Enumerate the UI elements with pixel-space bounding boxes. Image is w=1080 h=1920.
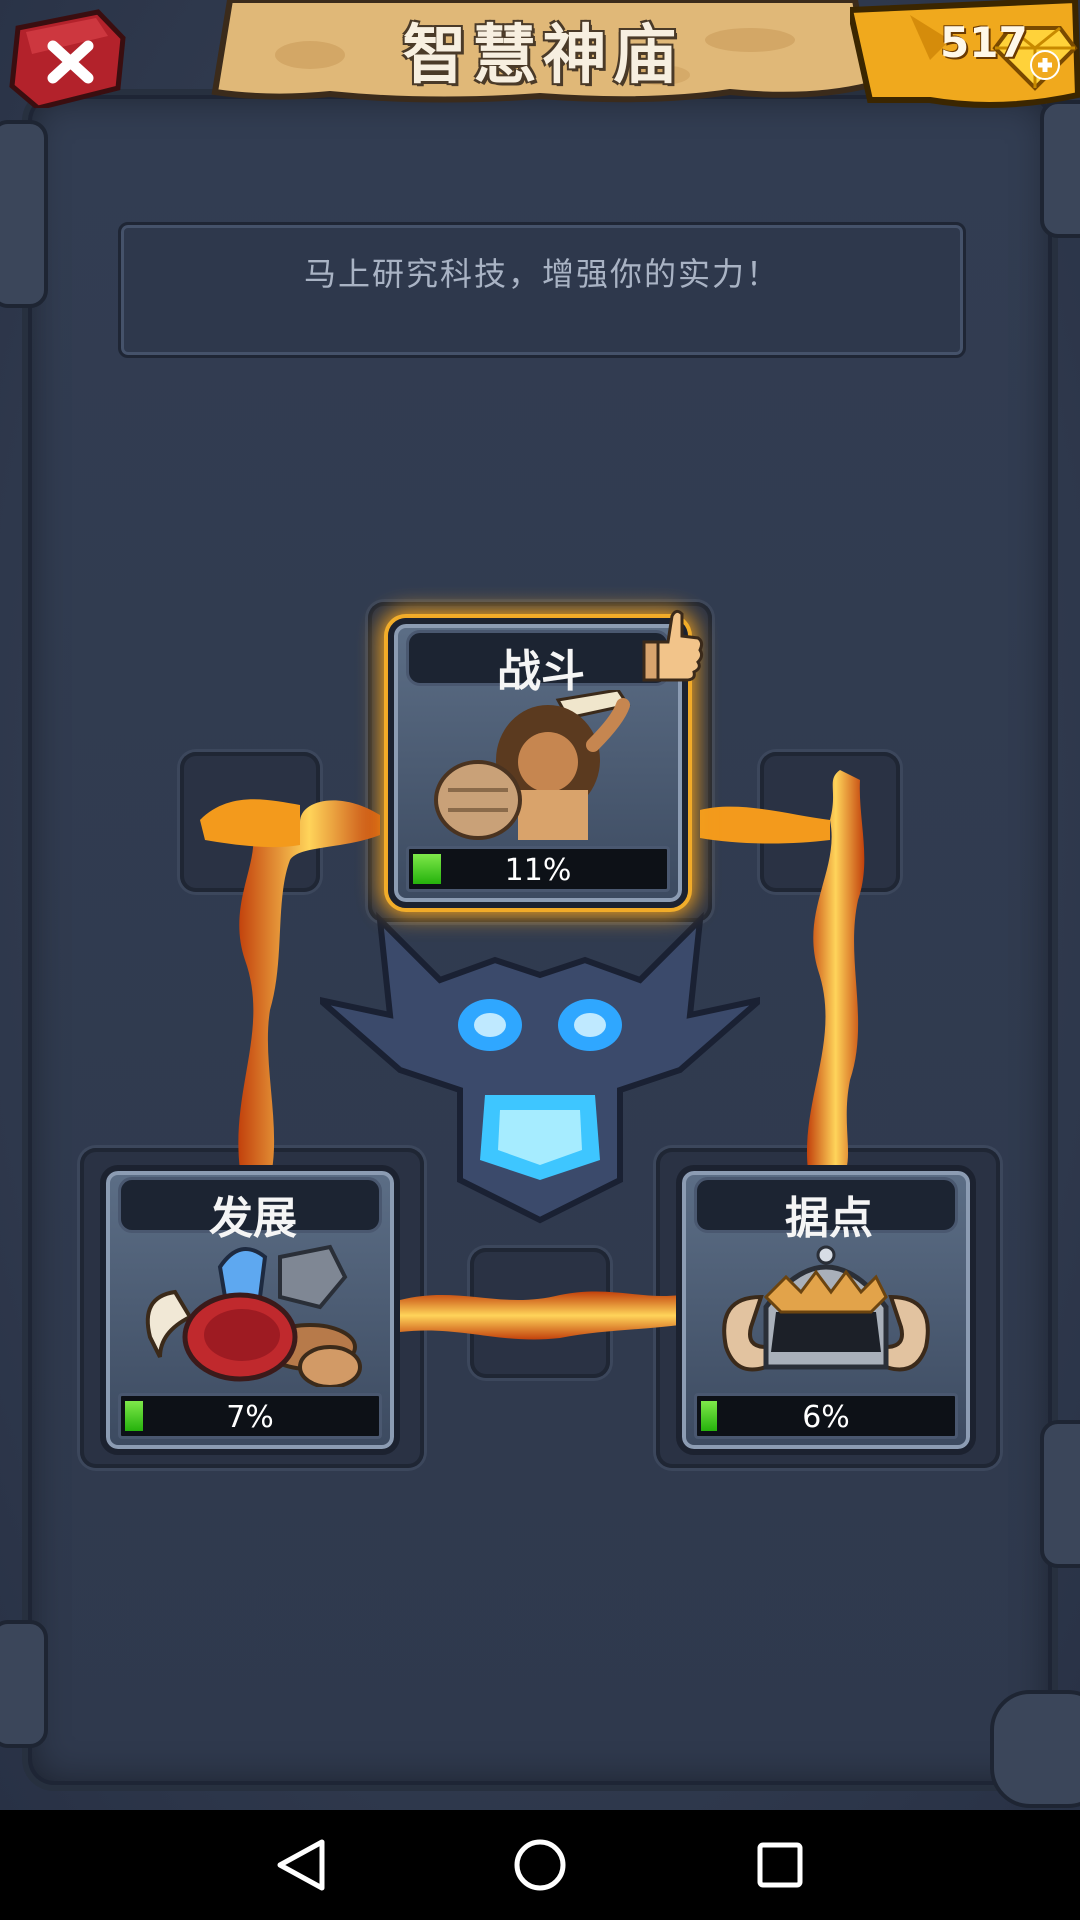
progress-bar: 7%	[118, 1393, 382, 1439]
progress-bar: 6%	[694, 1393, 958, 1439]
recent-square-icon	[757, 1842, 803, 1888]
game-screen: 智慧神庙 517 马上研究科技，增强你的实力！ 战斗 11% 发展 7% 据点 …	[0, 0, 1080, 1810]
tech-card-combat[interactable]: 战斗 11%	[388, 609, 704, 908]
horned-helmet-icon	[722, 1245, 930, 1372]
progress-bar: 11%	[406, 846, 670, 892]
system-navigation-bar	[0, 1810, 1080, 1920]
nav-recent-button[interactable]	[734, 1830, 824, 1900]
card-title-bar: 据点	[694, 1177, 958, 1244]
progress-label: 6%	[802, 1400, 850, 1435]
tech-card-development[interactable]: 发展 7%	[100, 1165, 400, 1455]
caveman-warrior-icon	[434, 690, 631, 840]
thumbs-up-icon	[642, 609, 704, 682]
nav-home-button[interactable]	[495, 1830, 585, 1900]
resources-meat-wood-stone-icon	[145, 1244, 362, 1387]
card-title-bar: 战斗	[406, 630, 670, 697]
nav-back-button[interactable]	[256, 1830, 346, 1900]
tech-card-stronghold[interactable]: 据点 6%	[676, 1165, 976, 1455]
home-circle-icon	[514, 1839, 566, 1891]
card-title-bar: 发展	[118, 1177, 382, 1244]
back-triangle-icon	[277, 1839, 325, 1891]
progress-label: 11%	[504, 853, 572, 888]
progress-label: 7%	[226, 1400, 274, 1435]
